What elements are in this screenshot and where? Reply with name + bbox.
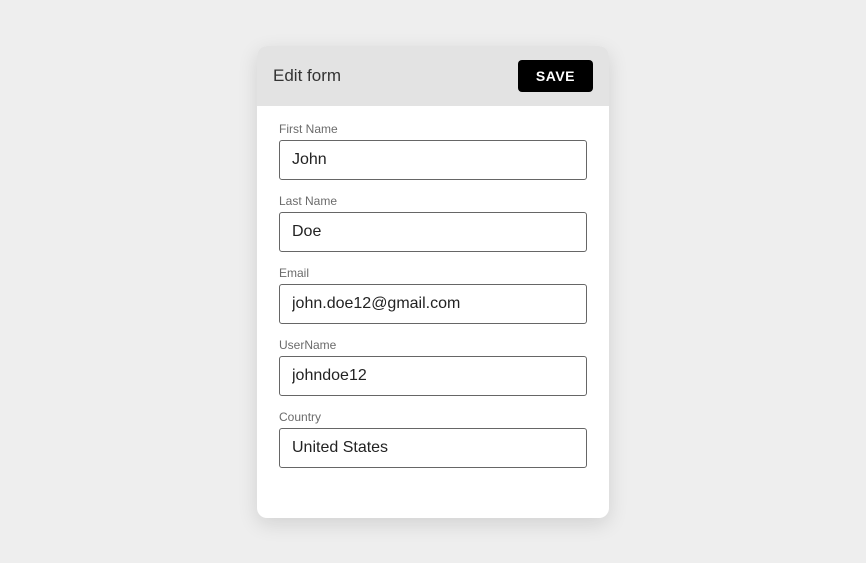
last-name-input[interactable] <box>279 212 587 252</box>
card-body: First Name Last Name Email UserName Coun… <box>257 106 609 518</box>
card-title: Edit form <box>273 66 341 86</box>
save-button[interactable]: SAVE <box>518 60 593 92</box>
country-label: Country <box>279 410 587 424</box>
card-header: Edit form SAVE <box>257 46 609 106</box>
email-label: Email <box>279 266 587 280</box>
username-field-group: UserName <box>279 338 587 396</box>
username-label: UserName <box>279 338 587 352</box>
last-name-label: Last Name <box>279 194 587 208</box>
email-input[interactable] <box>279 284 587 324</box>
edit-form-card: Edit form SAVE First Name Last Name Emai… <box>257 46 609 518</box>
first-name-label: First Name <box>279 122 587 136</box>
country-field-group: Country <box>279 410 587 468</box>
username-input[interactable] <box>279 356 587 396</box>
first-name-field-group: First Name <box>279 122 587 180</box>
last-name-field-group: Last Name <box>279 194 587 252</box>
country-input[interactable] <box>279 428 587 468</box>
first-name-input[interactable] <box>279 140 587 180</box>
email-field-group: Email <box>279 266 587 324</box>
